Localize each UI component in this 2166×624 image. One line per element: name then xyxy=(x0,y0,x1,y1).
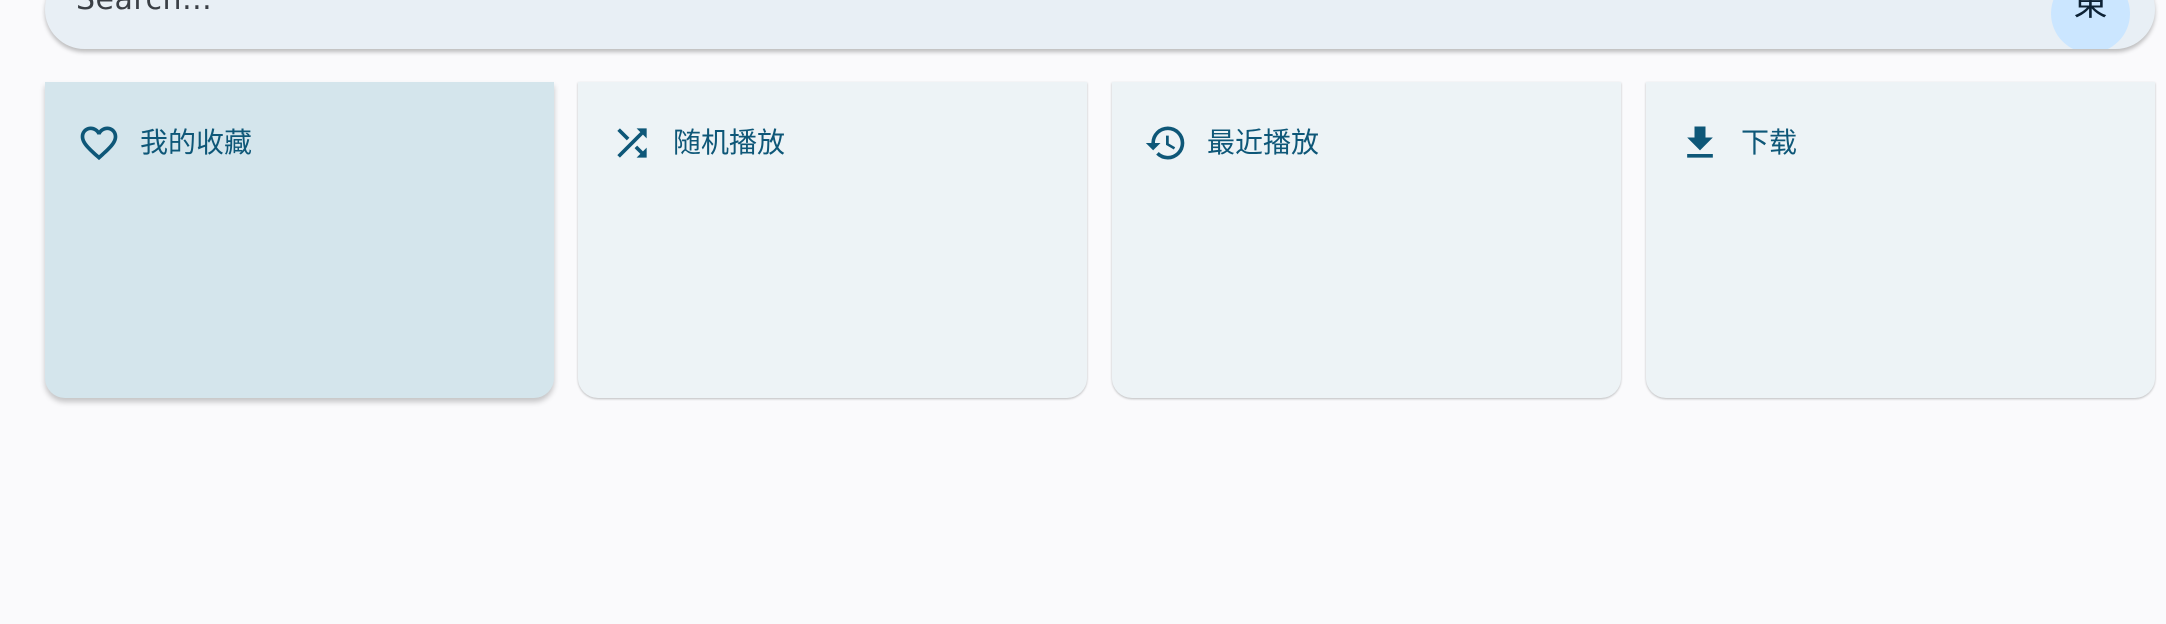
card-label: 随机播放 xyxy=(673,126,786,159)
shuffle-icon xyxy=(617,128,647,158)
history-icon xyxy=(1145,126,1185,160)
download-icon xyxy=(1687,126,1713,158)
quick-access-cards: 我的收藏 随机播放 最近播放 下载 xyxy=(45,82,2155,398)
search-bar[interactable]: Search... 東 xyxy=(45,0,2155,49)
card-shuffle[interactable]: 随机播放 xyxy=(578,82,1087,398)
card-label: 最近播放 xyxy=(1207,126,1320,159)
heart-outline-icon xyxy=(80,126,118,161)
card-favorites[interactable]: 我的收藏 xyxy=(45,82,554,398)
card-label: 下载 xyxy=(1741,126,1798,159)
card-recent[interactable]: 最近播放 xyxy=(1112,82,1621,398)
search-placeholder[interactable]: Search... xyxy=(76,0,212,17)
avatar-letter: 東 xyxy=(2073,0,2108,24)
avatar[interactable]: 東 xyxy=(2051,0,2130,49)
card-download[interactable]: 下载 xyxy=(1646,82,2155,398)
card-label: 我的收藏 xyxy=(140,126,253,159)
